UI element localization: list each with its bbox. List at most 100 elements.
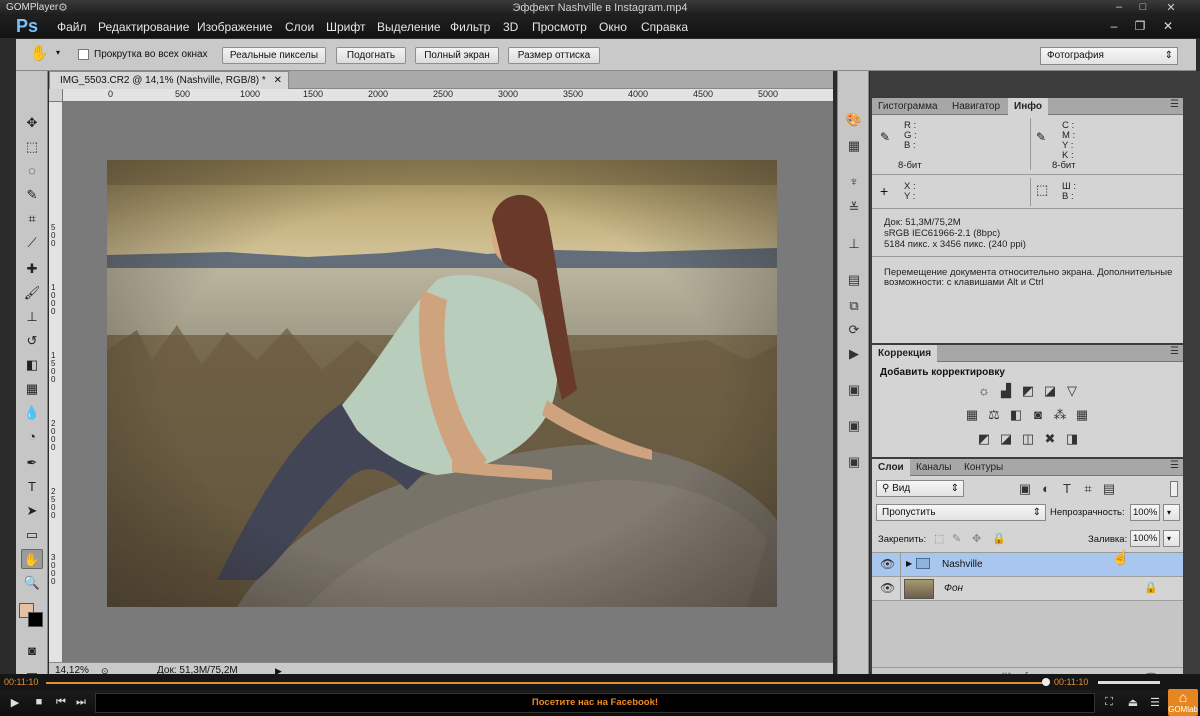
- menu-filter[interactable]: Фильтр: [450, 20, 490, 34]
- visibility-eye-icon[interactable]: 👁: [880, 557, 895, 571]
- scroll-all-checkbox[interactable]: [78, 49, 89, 60]
- tab-adjustments[interactable]: Коррекция: [872, 345, 938, 362]
- quick-select-tool-icon[interactable]: ✎: [21, 185, 43, 205]
- hand-tool-icon[interactable]: ✋: [21, 549, 43, 569]
- tab-paths[interactable]: Контуры: [958, 459, 1009, 476]
- selective-color-icon[interactable]: ✖: [1042, 432, 1058, 446]
- styles-icon[interactable]: ▣: [844, 417, 864, 435]
- threshold-icon[interactable]: ◫: [1020, 432, 1036, 446]
- lock-all-icon[interactable]: 🔒: [992, 532, 1006, 545]
- color-balance-icon[interactable]: ⚖: [986, 408, 1002, 422]
- clone-source-icon[interactable]: ⊥: [844, 235, 864, 253]
- blend-mode-select[interactable]: Пропустить ⇕: [876, 504, 1046, 521]
- layer-comps-icon[interactable]: ⧉: [844, 297, 864, 315]
- levels-icon[interactable]: ▟: [998, 384, 1014, 398]
- seek-track[interactable]: [46, 682, 1046, 684]
- ad-ticker[interactable]: Посетите нас на Facebook!: [95, 693, 1095, 713]
- crop-tool-icon[interactable]: ⌗: [21, 209, 43, 229]
- actual-pixels-button[interactable]: Реальные пикселы: [222, 47, 326, 64]
- tab-channels[interactable]: Каналы: [910, 459, 958, 476]
- healing-brush-tool-icon[interactable]: ✚: [21, 259, 43, 279]
- black-white-icon[interactable]: ◧: [1008, 408, 1024, 422]
- fill-input[interactable]: 100%: [1130, 530, 1160, 547]
- type-tool-icon[interactable]: T: [21, 477, 43, 497]
- layer-name[interactable]: Nashville: [942, 559, 983, 570]
- tab-histogram[interactable]: Гистограмма: [872, 98, 944, 115]
- properties-icon[interactable]: ▣: [844, 381, 864, 399]
- hue-saturation-icon[interactable]: ▦: [964, 408, 980, 422]
- invert-icon[interactable]: ◩: [976, 432, 992, 446]
- menu-image[interactable]: Изображение: [197, 20, 273, 34]
- opacity-input[interactable]: 100%: [1130, 504, 1160, 521]
- playlist-icon[interactable]: ☰: [1146, 696, 1164, 709]
- tab-info[interactable]: Инфо: [1008, 98, 1048, 115]
- menu-edit[interactable]: Редактирование: [98, 20, 189, 34]
- marquee-tool-icon[interactable]: ⬚: [21, 137, 43, 157]
- panel-menu-icon[interactable]: ☰: [1170, 460, 1179, 471]
- brush-settings-icon[interactable]: ≚: [844, 199, 864, 217]
- fullscreen-icon[interactable]: ⛶: [1100, 696, 1118, 709]
- quick-mask-icon[interactable]: ◙: [21, 641, 43, 661]
- swatches-icon[interactable]: ▦: [844, 137, 864, 155]
- fill-slider-button[interactable]: ▾: [1163, 530, 1180, 547]
- clone-stamp-tool-icon[interactable]: ⊥: [21, 307, 43, 327]
- minimize-icon[interactable]: –: [1108, 1, 1130, 13]
- brightness-contrast-icon[interactable]: ☼: [976, 384, 992, 398]
- shape-tool-icon[interactable]: ▭: [21, 525, 43, 545]
- filter-toggle[interactable]: [1170, 481, 1178, 497]
- channel-mixer-icon[interactable]: ⁂: [1052, 408, 1068, 422]
- eyedropper-tool-icon[interactable]: ⟋: [21, 233, 43, 253]
- path-select-tool-icon[interactable]: ➤: [21, 501, 43, 521]
- gomlab-button[interactable]: ⌂ GOMlab: [1168, 689, 1198, 716]
- panel-menu-icon[interactable]: ☰: [1170, 346, 1179, 357]
- eject-icon[interactable]: ⏏: [1124, 696, 1142, 709]
- tool-preset-chevron-icon[interactable]: ▾: [56, 48, 60, 57]
- brush-tool-icon[interactable]: 🖌: [21, 283, 43, 303]
- menu-type[interactable]: Шрифт: [326, 20, 365, 34]
- next-icon[interactable]: ⏭: [72, 696, 90, 709]
- ps-restore-icon[interactable]: ❐: [1128, 17, 1152, 35]
- filter-adjustment-icon[interactable]: ◐: [1038, 482, 1054, 496]
- panel-menu-icon[interactable]: ☰: [1170, 99, 1179, 110]
- menu-select[interactable]: Выделение: [377, 20, 441, 34]
- lock-position-icon[interactable]: ✥: [972, 532, 981, 545]
- dodge-tool-icon[interactable]: ◔: [21, 427, 43, 447]
- visibility-eye-icon[interactable]: 👁: [880, 581, 895, 595]
- zoom-tool-icon[interactable]: 🔍: [21, 573, 43, 593]
- history-brush-tool-icon[interactable]: ↺: [21, 331, 43, 351]
- workspace-select[interactable]: Фотография ⇕: [1040, 47, 1178, 65]
- history-icon[interactable]: ⟳: [844, 321, 864, 339]
- seek-handle[interactable]: [1042, 678, 1050, 686]
- hand-tool-icon[interactable]: ✋: [30, 44, 49, 62]
- lock-transparent-icon[interactable]: ⬚: [934, 532, 944, 545]
- play-action-icon[interactable]: ▶: [844, 345, 864, 363]
- curves-icon[interactable]: ◩: [1020, 384, 1036, 398]
- close-icon[interactable]: ✕: [1160, 1, 1182, 14]
- layer-filter-select[interactable]: ⚲ Вид ⇕: [876, 480, 964, 497]
- posterize-icon[interactable]: ◪: [998, 432, 1014, 446]
- exposure-icon[interactable]: ◪: [1042, 384, 1058, 398]
- filter-smart-object-icon[interactable]: ▤: [1101, 482, 1117, 496]
- maximize-icon[interactable]: □: [1132, 1, 1154, 13]
- filter-shape-icon[interactable]: ⌗: [1080, 482, 1096, 496]
- eraser-tool-icon[interactable]: ◧: [21, 355, 43, 375]
- lock-image-icon[interactable]: ✎: [952, 532, 961, 545]
- menu-view[interactable]: Просмотр: [532, 20, 587, 34]
- close-document-icon[interactable]: ✕: [274, 72, 282, 89]
- ps-minimize-icon[interactable]: –: [1102, 17, 1126, 35]
- menu-layer[interactable]: Слои: [285, 20, 314, 34]
- filter-pixel-icon[interactable]: ▣: [1017, 482, 1033, 496]
- layer-row[interactable]: 👁 ▶ Nashville: [872, 553, 1183, 577]
- pen-tool-icon[interactable]: ✒: [21, 453, 43, 473]
- filter-type-icon[interactable]: T: [1059, 482, 1075, 496]
- tab-navigator[interactable]: Навигатор: [946, 98, 1006, 115]
- play-icon[interactable]: ▶: [6, 696, 24, 709]
- menu-file[interactable]: Файл: [57, 20, 87, 34]
- fit-screen-button[interactable]: Подогнать: [336, 47, 406, 64]
- previous-icon[interactable]: ⏮: [52, 696, 70, 709]
- layer-name[interactable]: Фон: [944, 583, 963, 594]
- blur-tool-icon[interactable]: 💧: [21, 403, 43, 423]
- tab-layers[interactable]: Слои: [872, 459, 910, 476]
- print-size-button[interactable]: Размер оттиска: [508, 47, 600, 64]
- panel-scrollbar[interactable]: [1185, 71, 1200, 688]
